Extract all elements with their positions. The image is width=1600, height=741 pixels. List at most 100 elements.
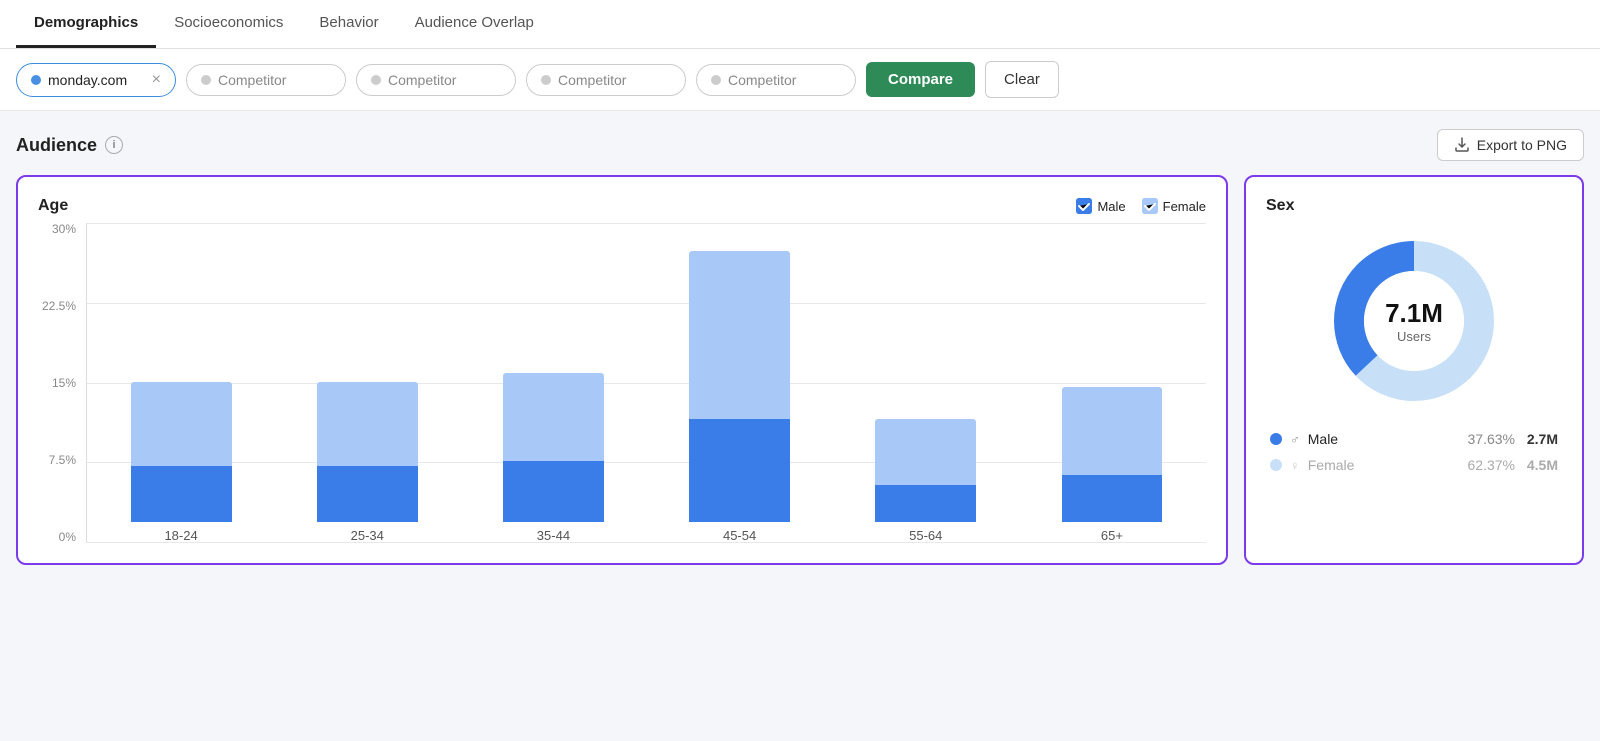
- bar-group-65plus: 65+: [1028, 387, 1196, 543]
- y-label-75: 7.5%: [38, 454, 76, 466]
- male-dot-icon: [1270, 433, 1282, 445]
- sex-male-label: Male: [1308, 431, 1460, 447]
- main-content: Audience i Export to PNG Age Male: [0, 111, 1600, 583]
- bar-group-45-54: 45-54: [656, 251, 824, 543]
- age-legend: Male Female: [1076, 198, 1206, 214]
- bar-stack-35-44: [503, 373, 604, 522]
- bars-inner: 18-24 25-34: [86, 223, 1206, 543]
- compare-button[interactable]: Compare: [866, 62, 975, 97]
- donut-total-value: 7.1M: [1385, 298, 1443, 329]
- legend-female-label: Female: [1163, 199, 1206, 214]
- male-check-icon: [1076, 198, 1092, 214]
- chip-dot-4: [541, 75, 551, 85]
- bar-stack-55-64: [875, 419, 976, 522]
- tab-demographics[interactable]: Demographics: [16, 0, 156, 48]
- chip-dot-5: [711, 75, 721, 85]
- chip-label-4: Competitor: [558, 72, 626, 88]
- sex-legend-male: ♂ Male 37.63% 2.7M: [1270, 431, 1558, 447]
- donut-center: 7.1M Users: [1385, 298, 1443, 344]
- filter-chip-4[interactable]: Competitor: [526, 64, 686, 96]
- donut-wrapper: 7.1M Users: [1266, 231, 1562, 411]
- bar-male-45-54: [689, 419, 790, 522]
- chip-label-1: monday.com: [48, 72, 127, 88]
- clear-button[interactable]: Clear: [985, 61, 1059, 98]
- bar-male-65plus: [1062, 475, 1163, 522]
- section-title: Audience i: [16, 135, 123, 156]
- legend-male: Male: [1076, 198, 1125, 214]
- x-label-35-44: 35-44: [537, 528, 570, 543]
- x-label-25-34: 25-34: [351, 528, 384, 543]
- bar-group-35-44: 35-44: [469, 373, 637, 543]
- bar-male-55-64: [875, 485, 976, 522]
- bar-female-25-34: [317, 382, 418, 466]
- sex-female-count: 4.5M: [1523, 457, 1558, 473]
- x-label-55-64: 55-64: [909, 528, 942, 543]
- bar-chart-area: 0% 7.5% 15% 22.5% 30%: [38, 223, 1206, 543]
- y-label-30: 30%: [38, 223, 76, 235]
- sex-legend: ♂ Male 37.63% 2.7M ♀ Female 62.37% 4.5M: [1266, 431, 1562, 473]
- bar-male-35-44: [503, 461, 604, 522]
- bar-stack-65plus: [1062, 387, 1163, 522]
- y-label-225: 22.5%: [38, 300, 76, 312]
- info-icon[interactable]: i: [105, 136, 123, 154]
- grid-line-225: [87, 303, 1206, 304]
- chip-dot-2: [201, 75, 211, 85]
- donut-total-label: Users: [1385, 329, 1443, 344]
- tab-behavior[interactable]: Behavior: [301, 0, 396, 48]
- sex-legend-female: ♀ Female 62.37% 4.5M: [1270, 457, 1558, 473]
- y-label-15: 15%: [38, 377, 76, 389]
- bar-female-55-64: [875, 419, 976, 484]
- tab-socioeconomics[interactable]: Socioeconomics: [156, 0, 301, 48]
- bar-group-18-24: 18-24: [97, 382, 265, 543]
- chip-label-3: Competitor: [388, 72, 456, 88]
- x-label-45-54: 45-54: [723, 528, 756, 543]
- sex-male-pct: 37.63%: [1468, 431, 1515, 447]
- age-chart-header: Age Male Female: [38, 197, 1206, 215]
- filter-bar: monday.com × Competitor Competitor Compe…: [0, 49, 1600, 111]
- bar-stack-18-24: [131, 382, 232, 522]
- tab-audience-overlap[interactable]: Audience Overlap: [397, 0, 552, 48]
- bar-female-18-24: [131, 382, 232, 466]
- export-icon: [1454, 137, 1470, 153]
- tabs-bar: Demographics Socioeconomics Behavior Aud…: [0, 0, 1600, 49]
- chip-label-2: Competitor: [218, 72, 286, 88]
- audience-title: Audience: [16, 135, 97, 156]
- bars-container: 18-24 25-34: [86, 223, 1206, 543]
- sex-female-pct: 62.37%: [1468, 457, 1515, 473]
- female-dot-icon: [1270, 459, 1282, 471]
- filter-chip-5[interactable]: Competitor: [696, 64, 856, 96]
- x-label-18-24: 18-24: [164, 528, 197, 543]
- age-chart-card: Age Male Female: [16, 175, 1228, 565]
- legend-female: Female: [1142, 198, 1206, 214]
- bar-female-45-54: [689, 251, 790, 419]
- sex-male-count: 2.7M: [1523, 431, 1558, 447]
- filter-chip-3[interactable]: Competitor: [356, 64, 516, 96]
- sex-female-label: Female: [1308, 457, 1460, 473]
- bar-male-25-34: [317, 466, 418, 522]
- sex-title: Sex: [1266, 197, 1562, 215]
- filter-chip-1[interactable]: monday.com ×: [16, 63, 176, 97]
- grid-line-30: [87, 223, 1206, 224]
- female-check-icon: [1142, 198, 1158, 214]
- bar-stack-25-34: [317, 382, 418, 522]
- bar-group-55-64: 55-64: [842, 419, 1010, 543]
- y-label-0: 0%: [38, 531, 76, 543]
- export-button[interactable]: Export to PNG: [1437, 129, 1584, 161]
- y-axis: 0% 7.5% 15% 22.5% 30%: [38, 223, 86, 543]
- sex-chart-card: Sex 7.1M Users: [1244, 175, 1584, 565]
- bar-male-18-24: [131, 466, 232, 522]
- chip-dot-3: [371, 75, 381, 85]
- export-label: Export to PNG: [1477, 137, 1567, 153]
- chip-close-1[interactable]: ×: [152, 71, 161, 89]
- chip-dot-1: [31, 75, 41, 85]
- donut-chart: 7.1M Users: [1324, 231, 1504, 411]
- x-label-65plus: 65+: [1101, 528, 1123, 543]
- chip-label-5: Competitor: [728, 72, 796, 88]
- legend-male-label: Male: [1097, 199, 1125, 214]
- bar-stack-45-54: [689, 251, 790, 522]
- male-gender-icon: ♂: [1290, 432, 1300, 447]
- bar-female-35-44: [503, 373, 604, 462]
- section-header: Audience i Export to PNG: [16, 129, 1584, 161]
- filter-chip-2[interactable]: Competitor: [186, 64, 346, 96]
- age-title: Age: [38, 197, 68, 215]
